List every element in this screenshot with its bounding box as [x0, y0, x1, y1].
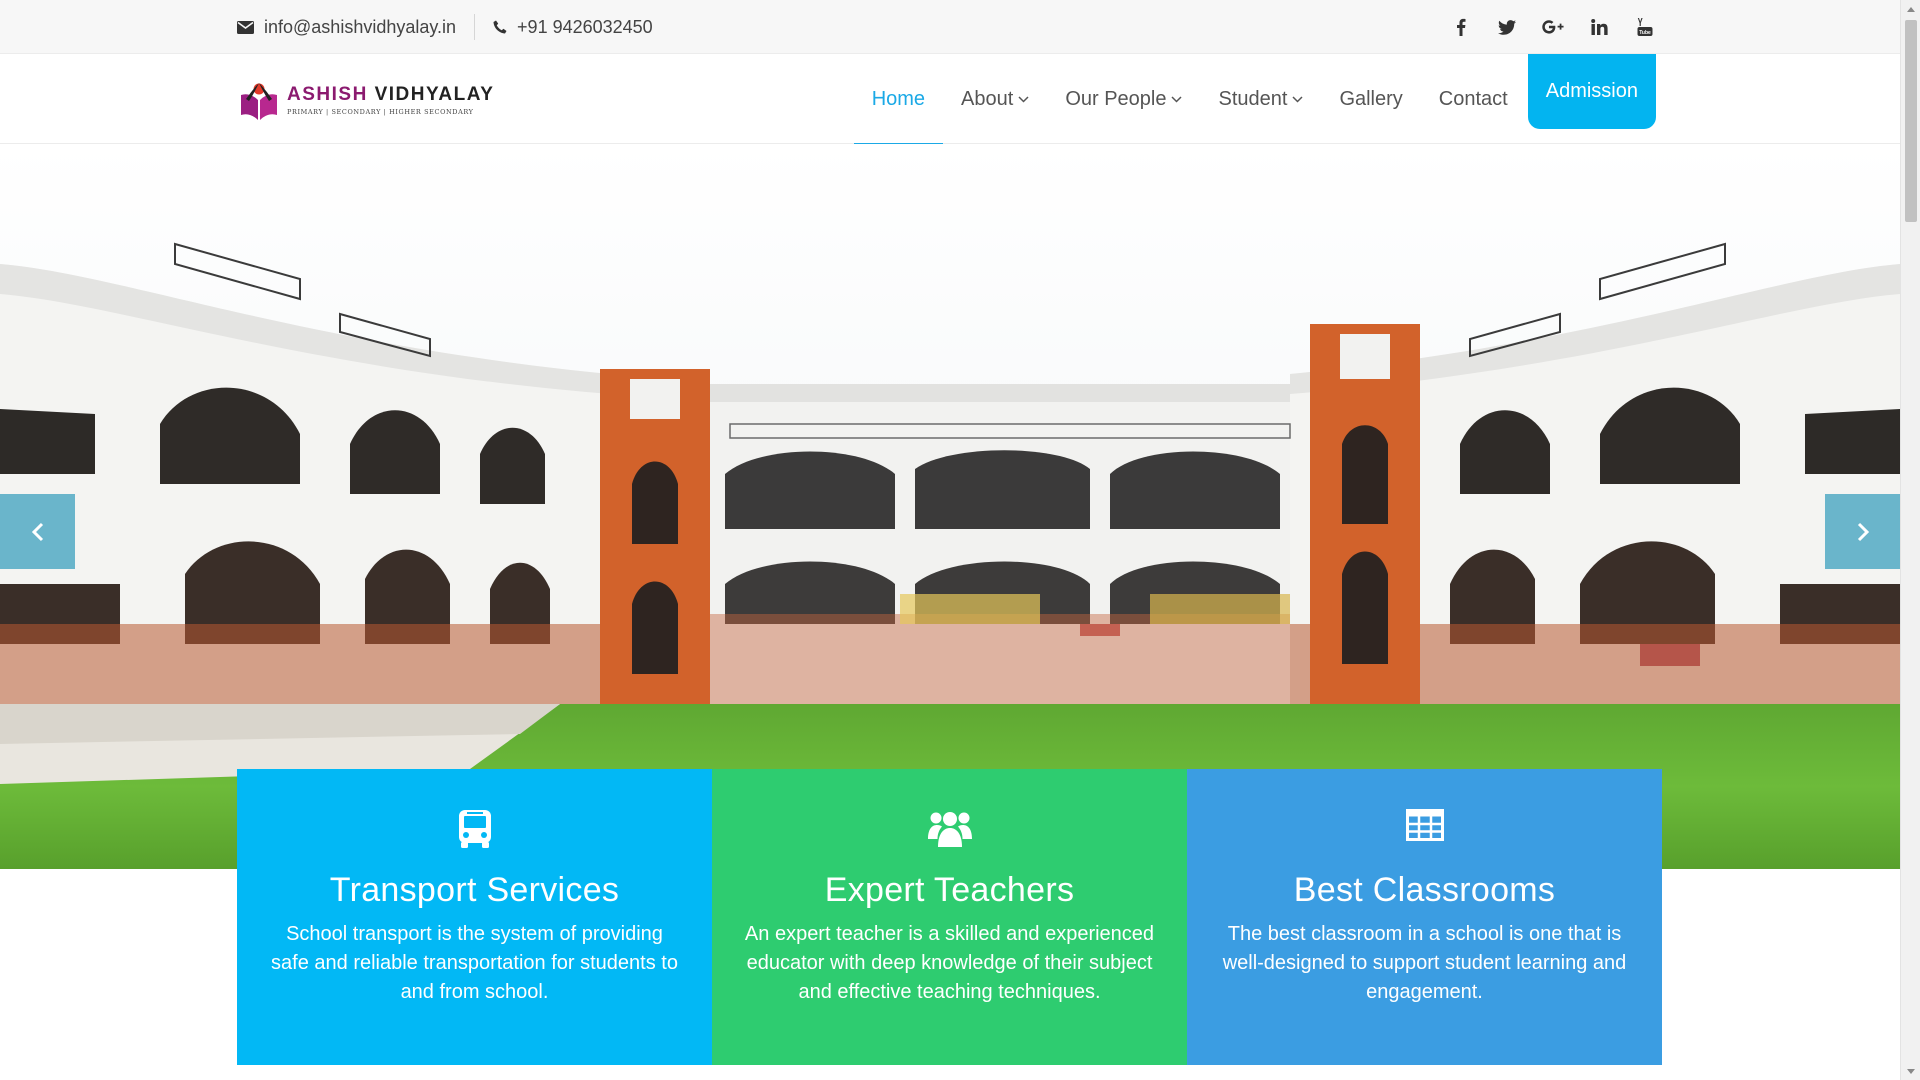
scrollbar-thumb[interactable]: [1905, 20, 1917, 222]
email-link[interactable]: info@ashishvidhyalay.in: [237, 17, 456, 38]
phone-link[interactable]: +91 9426032450: [493, 17, 653, 38]
admission-label: Admission: [1545, 80, 1638, 102]
table-grid-icon: [1405, 809, 1444, 841]
nav-gallery[interactable]: Gallery: [1321, 54, 1420, 144]
main-navbar: ASHISH VIDHYALAY PRIMARY | SECONDARY | H…: [0, 54, 1900, 145]
hero-school-image: [0, 144, 1900, 869]
logo-tagline: PRIMARY | SECONDARY | HIGHER SECONDARY: [287, 107, 474, 116]
nav-our-people-label: Our People: [1065, 87, 1167, 110]
feature-title: Best Classrooms: [1293, 871, 1556, 909]
feature-teachers: Expert Teachers An expert teacher is a s…: [712, 769, 1187, 1065]
bus-icon: [458, 810, 491, 848]
nav-home-label: Home: [871, 87, 926, 110]
twitter-icon[interactable]: [1496, 16, 1518, 38]
feature-classrooms: Best Classrooms The best classroom in a …: [1187, 769, 1662, 1065]
nav-student-label: Student: [1218, 87, 1288, 110]
admission-button[interactable]: Admission: [1527, 54, 1656, 129]
feature-transport: Transport Services School transport is t…: [237, 769, 712, 1065]
divider: [474, 14, 476, 40]
site-logo[interactable]: ASHISH VIDHYALAY PRIMARY | SECONDARY | H…: [237, 79, 494, 121]
feature-text: An expert teacher is a skilled and exper…: [744, 923, 1155, 1003]
nav-contact-label: Contact: [1438, 87, 1508, 110]
phone-text: +91 9426032450: [517, 16, 653, 37]
chevron-down-icon: [1292, 95, 1303, 103]
chevron-left-icon: [31, 522, 43, 541]
nav-about[interactable]: About: [943, 54, 1047, 144]
logo-book-icon: [241, 83, 277, 120]
chevron-right-icon: [1857, 522, 1869, 541]
scroll-up-icon[interactable]: [1901, 0, 1920, 18]
chevron-down-icon: [1171, 95, 1183, 103]
logo-title: ASHISH VIDHYALAY: [287, 83, 495, 105]
linkedin-icon[interactable]: [1588, 16, 1610, 38]
facebook-icon[interactable]: [1450, 16, 1472, 38]
feature-title: Transport Services: [329, 871, 620, 909]
youtube-icon[interactable]: Tube: [1634, 16, 1656, 38]
svg-text:Tube: Tube: [1639, 30, 1651, 36]
contact-info: info@ashishvidhyalay.in +91 9426032450: [237, 0, 653, 54]
google-plus-icon[interactable]: [1542, 16, 1564, 38]
nav-contact[interactable]: Contact: [1421, 54, 1526, 144]
feature-title: Expert Teachers: [824, 871, 1075, 909]
nav-about-label: About: [961, 87, 1014, 110]
hero-slider: [0, 144, 1900, 869]
nav-home[interactable]: Home: [853, 54, 944, 145]
feature-boxes: Transport Services School transport is t…: [237, 769, 1662, 1065]
feature-text: The best classroom in a school is one th…: [1222, 923, 1627, 1003]
users-icon: [927, 812, 972, 847]
chevron-down-icon: [1018, 95, 1029, 103]
top-bar: info@ashishvidhyalay.in +91 9426032450 T…: [0, 0, 1900, 54]
email-text: info@ashishvidhyalay.in: [264, 16, 457, 37]
slider-prev-button[interactable]: [0, 494, 75, 569]
nav-student[interactable]: Student: [1200, 54, 1321, 144]
logo-title-part1: ASHISH: [287, 83, 368, 105]
nav-gallery-label: Gallery: [1339, 87, 1403, 110]
feature-text: School transport is the system of provid…: [271, 923, 678, 1003]
phone-icon: [493, 20, 507, 34]
logo-title-part2: VIDHYALAY: [374, 83, 495, 105]
nav-our-people[interactable]: Our People: [1047, 54, 1200, 144]
main-menu: Home About Our People Student Gallery Co…: [853, 54, 1656, 145]
slider-next-button[interactable]: [1825, 494, 1900, 569]
envelope-icon: [237, 20, 254, 34]
scroll-down-icon[interactable]: [1901, 1062, 1920, 1080]
social-links: Tube: [1450, 0, 1656, 54]
page-scrollbar[interactable]: [1900, 0, 1920, 1080]
